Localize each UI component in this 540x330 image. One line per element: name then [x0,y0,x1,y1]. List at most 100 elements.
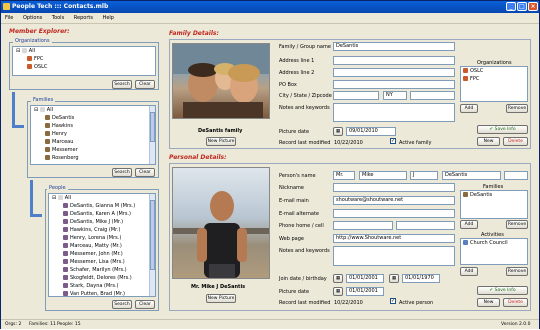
person-new-picture-button[interactable]: New Picture [206,294,236,303]
address2-field[interactable] [333,68,455,77]
tree-item[interactable]: FPC [13,55,155,63]
tree-item[interactable]: Marceau, Matty (Mr.) [49,242,155,250]
tree-item[interactable]: Messemer, Lisa (Mrs.) [49,258,155,266]
list-item[interactable]: Church Council [461,239,527,247]
menu-file[interactable]: File [1,13,17,23]
person-family-remove-button[interactable]: Remove [506,220,528,229]
activities-list[interactable]: Church Council [460,238,528,265]
family-delete-button[interactable]: Delete [503,137,528,146]
menu-tools[interactable]: Tools [48,13,68,23]
family-search-button[interactable]: Search [112,168,132,177]
minimize-button[interactable]: _ [506,2,516,11]
tree-item[interactable]: DeSantis, Gianna M (Mrs.) [49,202,155,210]
tree-item[interactable]: Henry, Lorena (Mrs.) [49,234,155,242]
family-save-button[interactable]: ✔ Save Info [477,125,528,134]
calendar-icon[interactable]: ▦ [333,127,343,136]
join-date-field[interactable]: 01/01/2001 [346,274,384,283]
activity-add-button[interactable]: Add [460,267,478,276]
menu-help[interactable]: Help [99,13,118,23]
family-name-label: Family / Group name [279,44,331,50]
person-icon [63,235,68,240]
calendar-icon[interactable]: ▦ [333,287,343,296]
families-tree[interactable]: ⊟ All DeSantis Hawkins Henry Marceau Mes… [30,105,156,165]
tree-item[interactable]: ⊟ All [13,47,155,55]
person-delete-button[interactable]: Delete [503,298,528,307]
people-search-button[interactable]: Search [112,300,132,309]
email-alternate-field[interactable] [333,209,455,218]
menu-reports[interactable]: Reports [70,13,97,23]
tree-item[interactable]: Skogfeldt, Delores (Mrs.) [49,274,155,282]
org-search-button[interactable]: Search [112,80,132,89]
family-notes-field[interactable] [333,103,455,122]
active-family-checkbox[interactable]: ✓ [390,138,396,144]
family-name-field[interactable]: DeSantis [333,42,455,51]
org-clear-button[interactable]: Clear [135,80,155,89]
activity-remove-button[interactable]: Remove [506,267,528,276]
suffix-select[interactable] [504,171,528,180]
tree-item[interactable]: ⊟ All [31,106,155,114]
birthday-field[interactable]: 01/01/1970 [402,274,440,283]
close-button[interactable]: × [528,2,538,11]
active-person-checkbox[interactable]: ✓ [390,298,396,304]
person-picture-date-field[interactable]: 01/01/2001 [346,287,384,296]
list-item[interactable]: OSLC [461,67,527,75]
list-item[interactable]: FPC [461,75,527,83]
phone-cell-field[interactable] [396,221,455,230]
last-name-field[interactable]: DeSantis [442,171,501,180]
scrollbar-thumb[interactable] [150,200,155,270]
phone-home-field[interactable] [333,221,393,230]
tree-item[interactable]: OSLC [13,63,155,71]
middle-name-field[interactable]: J [410,171,438,180]
family-org-add-button[interactable]: Add [460,104,478,113]
person-families-list[interactable]: DeSantis [460,190,528,219]
menu-options[interactable]: Options [19,13,46,23]
prefix-select[interactable]: Mr. [333,171,355,180]
address1-field[interactable] [333,56,455,65]
tree-item[interactable]: Schafer, Marilyn (Mrs.) [49,266,155,274]
tree-item[interactable]: Van Putten, Brad (Mr.) [49,290,155,296]
tree-item[interactable]: DeSantis [31,114,155,122]
tree-item[interactable]: Hawkins, Craig (Mr.) [49,226,155,234]
family-new-button[interactable]: New [477,137,500,146]
state-select[interactable]: NY [383,91,407,100]
list-item[interactable]: DeSantis [461,191,527,199]
organizations-tree[interactable]: ⊟ All FPC OSLC [12,46,156,76]
tree-item[interactable]: Stark, Dayna (Mrs.) [49,282,155,290]
families-scrollbar[interactable] [149,106,155,164]
title-bar: People Tech ::: Contacts.mlb _ □ × [1,1,539,13]
family-picture-date-field[interactable]: 09/01/2010 [346,127,396,136]
tree-item[interactable]: Henry [31,130,155,138]
maximize-button[interactable]: □ [517,2,527,11]
people-scrollbar[interactable] [149,194,155,296]
family-clear-button[interactable]: Clear [135,168,155,177]
tree-item[interactable]: Hawkins [31,122,155,130]
person-icon [63,291,68,296]
email-main-field[interactable]: shoutware@shoutware.net [333,196,455,205]
person-notes-field[interactable] [333,246,455,266]
family-icon [45,131,50,136]
pobox-field[interactable] [333,80,455,89]
person-save-button[interactable]: ✔ Save Info [477,286,528,295]
tree-item[interactable]: ⊟ All [49,194,155,202]
tree-item[interactable]: Messemer, John (Mr.) [49,250,155,258]
people-tree[interactable]: ⊟ All DeSantis, Gianna M (Mrs.) DeSantis… [48,193,156,297]
first-name-field[interactable]: Mike [359,171,407,180]
tree-item[interactable]: DeSantis, Karen A (Mrs.) [49,210,155,218]
zipcode-field[interactable] [410,91,455,100]
person-new-button[interactable]: New [477,298,500,307]
tree-item[interactable]: Marceau [31,138,155,146]
tree-item[interactable]: Rosenberg [31,154,155,162]
family-org-remove-button[interactable]: Remove [506,104,528,113]
tree-item[interactable]: Messemer [31,146,155,154]
family-new-picture-button[interactable]: New Picture [206,137,236,146]
person-family-add-button[interactable]: Add [460,220,478,229]
family-orgs-list[interactable]: OSLC FPC [460,66,528,102]
scrollbar-thumb[interactable] [150,112,155,142]
tree-item[interactable]: DeSantis, Mike J (Mr.) [49,218,155,226]
calendar-icon[interactable]: ▦ [333,274,343,283]
web-page-field[interactable]: http://www.Shoutware.net [333,234,455,243]
people-clear-button[interactable]: Clear [135,300,155,309]
calendar-icon[interactable]: ▦ [389,274,399,283]
city-field[interactable] [333,91,379,100]
nickname-field[interactable] [333,183,455,192]
